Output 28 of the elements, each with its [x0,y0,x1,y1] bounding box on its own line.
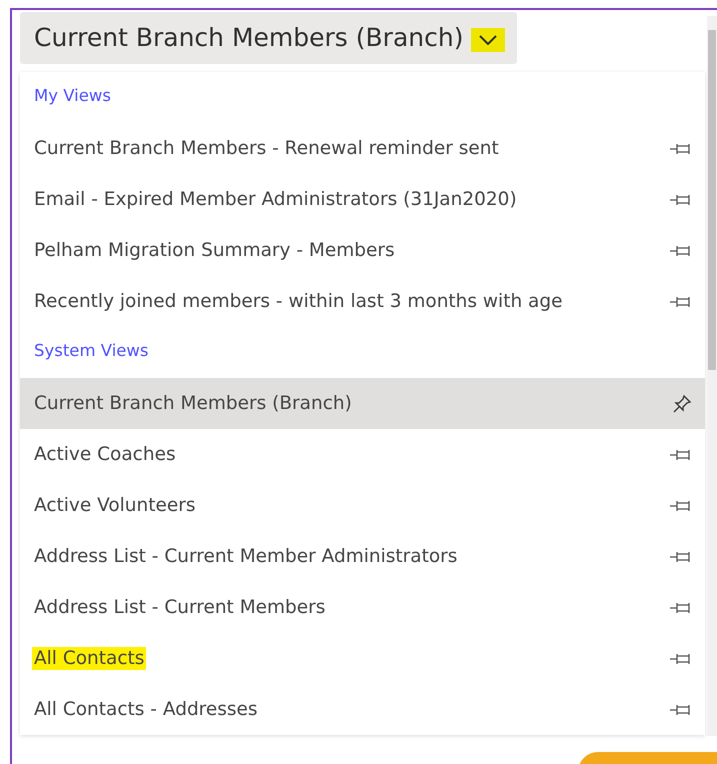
view-item[interactable]: Recently joined members - within last 3 months with age [20,276,705,327]
view-item[interactable]: Active Volunteers [20,480,705,531]
view-item[interactable]: Active Coaches [20,429,705,480]
view-item[interactable]: All Contacts - Addresses [20,684,705,735]
view-label: Email - Expired Member Administrators (31Jan2020) [33,188,518,211]
scrollbar[interactable] [707,16,717,736]
section-heading: System Views [33,340,150,362]
view-label: Address List - Current Members [33,596,326,619]
view-label: Current Branch Members (Branch) [33,392,353,415]
view-item[interactable]: Current Branch Members - Renewal reminder sent [20,123,705,174]
view-label: Current Branch Members - Renewal reminder sent [33,137,500,160]
section-heading: My Views [33,85,112,107]
view-label: Active Volunteers [33,494,196,517]
view-label: Pelham Migration Summary - Members [33,239,396,262]
view-item[interactable]: All Contacts [20,633,705,684]
view-label: All Contacts - Addresses [33,698,259,721]
view-item[interactable]: Pelham Migration Summary - Members [20,225,705,276]
view-label: All Contacts [32,647,146,670]
view-item[interactable]: Current Branch Members (Branch) [20,378,705,429]
view-item[interactable]: Email - Expired Member Administrators (31Jan2020) [20,174,705,225]
scrollbar-thumb[interactable] [708,30,716,370]
view-label: Address List - Current Member Administrators [33,545,458,568]
pin-icon[interactable] [671,392,693,414]
view-label: Recently joined members - within last 3 months with age [33,290,564,313]
view-item[interactable]: Address List - Current Member Administrators [20,531,705,582]
view-item[interactable]: Address List - Current Members [20,582,705,633]
view-selector[interactable]: Current Branch Members (Branch) [20,12,518,64]
view-label: Active Coaches [33,443,177,466]
